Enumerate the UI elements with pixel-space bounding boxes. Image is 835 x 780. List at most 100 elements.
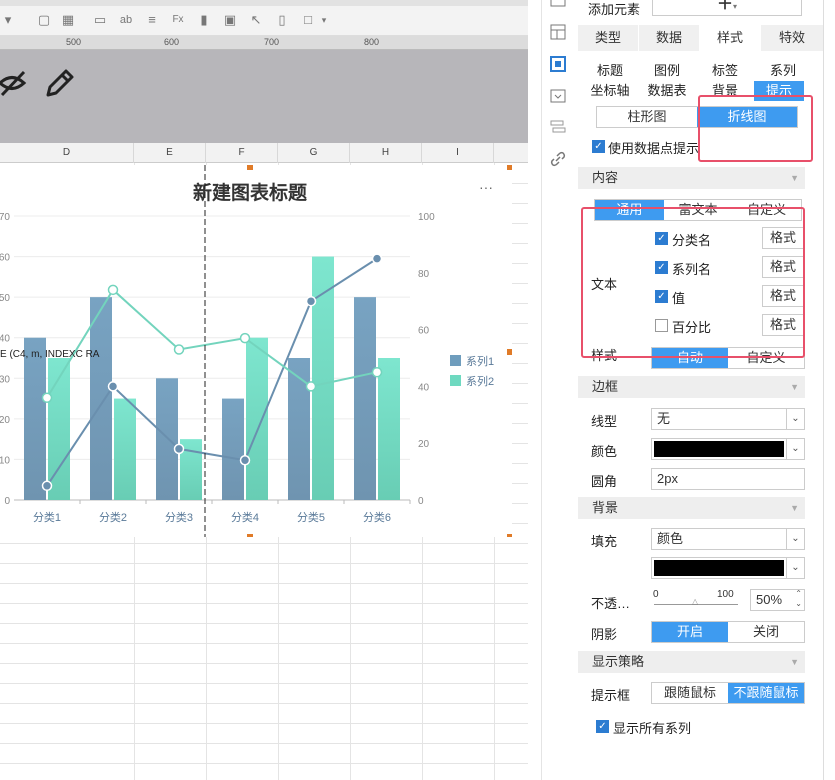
chevron-down-icon: ⌄: [786, 439, 804, 459]
tab-style[interactable]: 样式: [700, 25, 760, 51]
tab-effects[interactable]: 特效: [761, 25, 823, 51]
resize-handle[interactable]: [247, 534, 253, 537]
shadow-off[interactable]: 关闭: [728, 622, 804, 642]
chart-type-bar[interactable]: 柱形图: [597, 107, 697, 127]
bar-1[interactable]: [288, 358, 310, 500]
tipbox-follow[interactable]: 跟随鼠标: [652, 683, 728, 703]
column-g[interactable]: G: [278, 143, 350, 163]
stepper-icon[interactable]: ⌃ ⌄: [795, 589, 802, 609]
line-point-1[interactable]: [173, 443, 185, 455]
line-point-2[interactable]: [305, 381, 317, 392]
section-border-label: 边框: [592, 379, 619, 394]
line-point-2[interactable]: [107, 284, 119, 296]
resize-handle[interactable]: [507, 534, 512, 537]
chart[interactable]: 新建图表标题 ··· 706050403020100100806040200分类…: [0, 165, 512, 537]
bar-1[interactable]: [222, 398, 244, 500]
image-icon[interactable]: ▣: [222, 12, 238, 28]
bar-2[interactable]: [246, 337, 268, 500]
use-point-tip-checkbox[interactable]: ✓: [592, 140, 605, 153]
component-icon[interactable]: [549, 87, 567, 105]
line-point-2[interactable]: [173, 344, 185, 355]
resize-handle[interactable]: [507, 165, 512, 170]
tab-data[interactable]: 数据: [639, 25, 699, 51]
border-dropdown-icon[interactable]: ▾: [316, 12, 332, 28]
grid-icon[interactable]: [549, 0, 567, 18]
pencil-icon[interactable]: [44, 67, 76, 99]
bar-1[interactable]: [156, 378, 178, 500]
column-f[interactable]: F: [206, 143, 278, 163]
line-point-2[interactable]: [41, 392, 53, 404]
highlight-box: [581, 207, 805, 358]
column-i[interactable]: I: [422, 143, 494, 163]
line-point-1[interactable]: [41, 480, 53, 492]
subtab-title[interactable]: 标题: [582, 61, 638, 81]
layer-icon[interactable]: [549, 118, 567, 136]
fill-color-picker[interactable]: ⌄: [651, 557, 805, 579]
radius-input[interactable]: 2px: [651, 468, 805, 490]
chevron-down-icon: ▼: [790, 173, 799, 183]
resize-handle[interactable]: [247, 165, 253, 170]
line-point-1[interactable]: [371, 253, 383, 264]
chevron-down-icon: ⌄: [786, 529, 804, 549]
table-icon[interactable]: ▦: [60, 12, 76, 28]
subtab-legend[interactable]: 图例: [638, 61, 696, 81]
bar-2[interactable]: [114, 398, 136, 500]
subtab-series[interactable]: 系列: [754, 61, 812, 81]
section-border[interactable]: 边框 ▼: [578, 376, 805, 398]
fill-select[interactable]: 颜色 ⌄: [651, 528, 805, 550]
bar-2[interactable]: [378, 358, 400, 500]
y-right-tick-label: 80: [418, 269, 430, 280]
doc-icon[interactable]: ▯: [274, 12, 290, 28]
section-display[interactable]: 显示策略 ▼: [578, 651, 805, 673]
bar-1[interactable]: [354, 297, 376, 500]
ruler-mark: 700: [264, 37, 280, 47]
legend-label[interactable]: 系列1: [466, 354, 494, 368]
tipbox-nofollow[interactable]: 不跟随鼠标: [728, 683, 804, 703]
textbox-icon[interactable]: ▭: [92, 12, 108, 28]
link-icon[interactable]: [549, 150, 567, 168]
section-background-label: 背景: [592, 500, 619, 515]
column-h[interactable]: H: [350, 143, 422, 163]
bar-1[interactable]: [90, 297, 112, 500]
bar-1[interactable]: [24, 337, 46, 500]
subtab-axis[interactable]: 坐标轴: [582, 81, 638, 101]
dropdown-icon[interactable]: ▾: [0, 12, 16, 28]
frame-icon[interactable]: ▢: [36, 12, 52, 28]
line-point-1[interactable]: [305, 295, 317, 307]
line-point-1[interactable]: [239, 454, 251, 466]
pointer-icon[interactable]: ↖: [248, 12, 264, 28]
chart-title[interactable]: 新建图表标题: [193, 181, 307, 204]
border-color-picker[interactable]: ⌄: [651, 438, 805, 460]
y-left-tick-label: 20: [0, 415, 10, 426]
more-icon[interactable]: ···: [479, 179, 493, 195]
section-background[interactable]: 背景 ▼: [578, 497, 805, 519]
legend-label[interactable]: 系列2: [466, 374, 494, 388]
add-element-button[interactable]: ＋▾: [652, 0, 802, 16]
line-point-2[interactable]: [371, 366, 383, 378]
grid-row-line: [0, 663, 528, 664]
line-type-select[interactable]: 无 ⌄: [651, 408, 805, 430]
border-icon[interactable]: □: [300, 12, 316, 28]
widget-icon[interactable]: [549, 23, 567, 41]
eye-hidden-icon[interactable]: [0, 68, 28, 98]
ab-icon[interactable]: ab: [118, 12, 134, 28]
column-d[interactable]: D: [0, 143, 134, 163]
align-icon[interactable]: ≡: [144, 12, 160, 28]
show-all-series-checkbox[interactable]: ✓: [596, 720, 609, 733]
resize-handle[interactable]: [507, 349, 512, 355]
style-icon[interactable]: [549, 55, 567, 73]
shadow-on[interactable]: 开启: [652, 622, 728, 642]
opacity-slider-thumb[interactable]: △: [692, 598, 700, 606]
y-left-tick-label: 0: [4, 496, 10, 507]
x-tick-label: 分类1: [33, 510, 61, 524]
line-point-2[interactable]: [239, 332, 251, 344]
chart-icon[interactable]: ▮: [196, 12, 212, 28]
section-content[interactable]: 内容 ▼: [578, 167, 805, 189]
opacity-input[interactable]: 50% ⌃ ⌄: [750, 589, 805, 611]
line-point-1[interactable]: [107, 381, 119, 392]
tab-type[interactable]: 类型: [578, 25, 638, 51]
formula-icon[interactable]: Fx: [170, 12, 186, 28]
subtab-datatable[interactable]: 数据表: [638, 81, 696, 101]
column-e[interactable]: E: [134, 143, 206, 163]
subtab-label[interactable]: 标签: [696, 61, 754, 81]
